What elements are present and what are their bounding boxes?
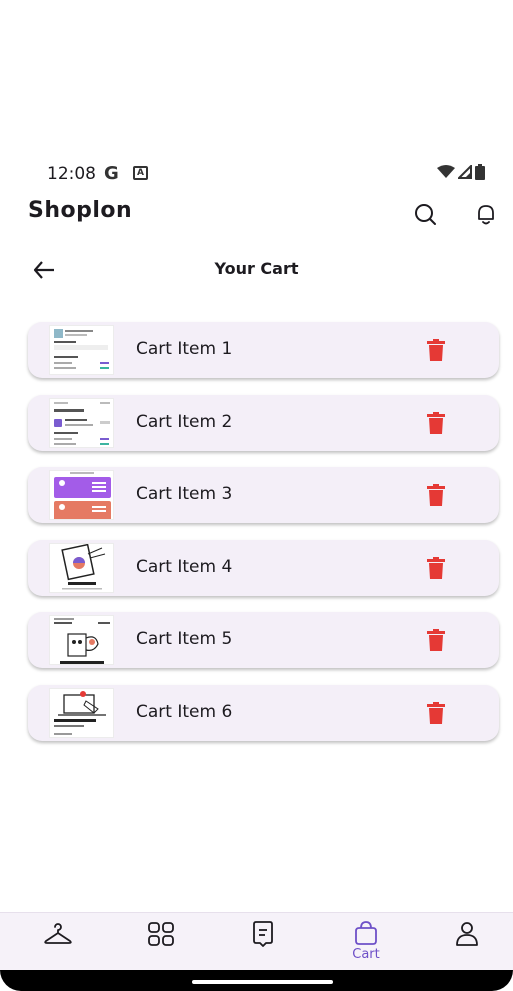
product-thumbnail <box>49 687 114 738</box>
nav-label-cart: Cart <box>352 947 380 962</box>
product-thumbnail <box>49 470 114 520</box>
grid-icon <box>148 922 174 946</box>
home-indicator[interactable] <box>192 980 333 984</box>
app-bar: Shoplon <box>0 194 513 234</box>
app-title: Shoplon <box>28 198 133 223</box>
bag-icon <box>355 921 377 945</box>
product-thumbnail <box>49 325 114 375</box>
hanger-icon <box>44 923 72 944</box>
cart-item[interactable]: Cart Item 5 <box>28 612 499 668</box>
bottom-navigation: Cart <box>0 912 513 970</box>
product-thumbnail <box>49 397 114 448</box>
nav-item-discover[interactable] <box>131 921 191 969</box>
cart-item-name: Cart Item 1 <box>136 339 233 359</box>
cart-list: Cart Item 1 Cart Item 2 Cart Item 3 Cart… <box>28 322 499 757</box>
bookmark-icon <box>253 921 273 947</box>
cart-item-name: Cart Item 5 <box>136 629 233 649</box>
cart-item[interactable]: Cart Item 3 <box>28 467 499 523</box>
nav-item-bookmark[interactable] <box>233 921 293 969</box>
nav-item-cart[interactable]: Cart <box>336 921 396 969</box>
profile-icon <box>456 922 478 946</box>
cart-item[interactable]: Cart Item 2 <box>28 394 499 451</box>
cart-item[interactable]: Cart Item 1 <box>28 322 499 378</box>
google-icon: G <box>104 163 119 184</box>
trash-icon[interactable] <box>427 411 445 434</box>
cart-item-name: Cart Item 4 <box>136 556 233 577</box>
status-time: 12:08 <box>47 164 96 184</box>
trash-icon[interactable] <box>427 701 445 724</box>
signal-icon <box>458 165 472 179</box>
trash-icon[interactable] <box>427 484 445 506</box>
cart-item-name: Cart Item 3 <box>136 484 233 504</box>
cart-item-name: Cart Item 2 <box>136 411 233 432</box>
trash-icon[interactable] <box>427 556 445 579</box>
search-icon[interactable] <box>411 200 439 228</box>
product-thumbnail <box>49 615 114 665</box>
status-bar: 12:08 G A <box>0 160 513 188</box>
wifi-icon <box>437 165 455 178</box>
cart-item[interactable]: Cart Item 4 <box>28 539 499 596</box>
trash-icon[interactable] <box>427 339 445 361</box>
system-gesture-bar <box>0 970 513 991</box>
notification-icon: A <box>133 166 148 180</box>
cart-item[interactable]: Cart Item 6 <box>28 684 499 741</box>
page-header: Your Cart <box>0 250 513 288</box>
nav-item-profile[interactable] <box>437 921 497 969</box>
product-thumbnail <box>49 542 114 593</box>
trash-icon[interactable] <box>427 629 445 651</box>
battery-icon <box>475 164 485 180</box>
page-title: Your Cart <box>214 259 299 278</box>
cart-item-name: Cart Item 6 <box>136 701 233 722</box>
notification-bell-icon[interactable] <box>472 200 500 228</box>
system-icons <box>437 164 485 180</box>
nav-item-shop[interactable] <box>28 921 88 969</box>
